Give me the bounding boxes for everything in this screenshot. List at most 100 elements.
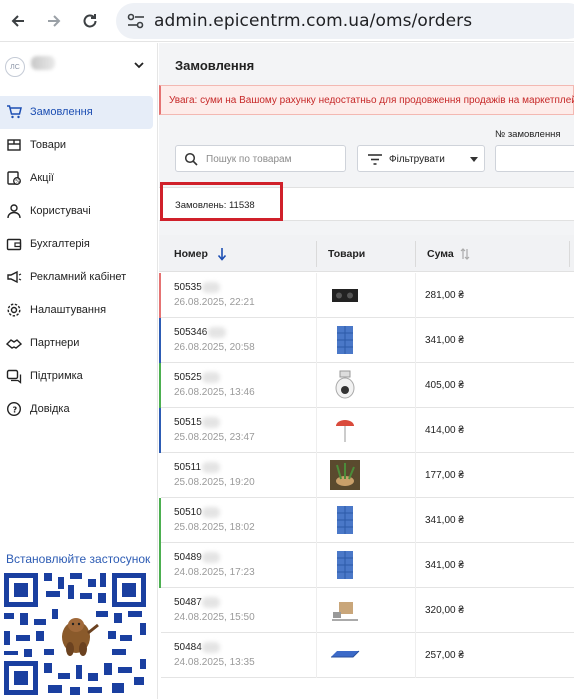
sidebar-item-orders[interactable]: Замовлення (0, 96, 153, 129)
sidebar-item-users[interactable]: Користувачі (0, 195, 153, 228)
order-amount: 341,00 ₴ (425, 515, 464, 526)
sidebar-item-products[interactable]: Товари (0, 129, 153, 162)
account-switcher[interactable]: ЛС (0, 43, 158, 93)
column-divider (569, 241, 570, 267)
table-row[interactable]: 50489 24.08.2025, 17:23 341,00 ₴ (159, 543, 574, 588)
reload-button[interactable] (78, 9, 102, 33)
cell-divider (316, 453, 317, 498)
filter-dropdown[interactable]: Фільтрувати (357, 145, 485, 172)
sidebar-item-help[interactable]: ? Довідка (0, 393, 153, 426)
order-amount: 341,00 ₴ (425, 335, 464, 346)
order-number-input[interactable] (495, 145, 574, 172)
order-number[interactable]: 50535 (174, 282, 202, 293)
sidebar-item-settings[interactable]: Налаштування (0, 294, 153, 327)
caret-down-icon (470, 157, 478, 162)
row-status-bar (159, 633, 161, 678)
column-divider (415, 241, 416, 267)
install-app-link[interactable]: Встановлюйте застосунок (6, 552, 150, 566)
product-thumbnail[interactable] (329, 639, 361, 671)
cell-divider (316, 588, 317, 633)
row-status-bar (159, 588, 161, 633)
table-row[interactable]: 50515 25.08.2025, 23:47 414,00 ₴ (159, 408, 574, 453)
table-row[interactable]: 50511 25.08.2025, 19:20 177,00 ₴ (159, 453, 574, 498)
product-thumbnail[interactable] (329, 549, 361, 581)
order-number[interactable]: 50489 (174, 552, 202, 563)
reload-icon (83, 14, 97, 28)
blurred-order-suffix (202, 552, 220, 563)
product-thumbnail[interactable] (329, 279, 361, 311)
table-row[interactable]: 50525 26.08.2025, 13:46 405,00 ₴ (159, 363, 574, 408)
forward-button[interactable] (42, 9, 66, 33)
sidebar-item-label: Акції (30, 172, 54, 184)
cell-divider (415, 363, 416, 408)
discount-icon: % (7, 171, 21, 185)
order-number[interactable]: 505346 (174, 327, 207, 338)
sidebar-item-promotions[interactable]: % Акції (0, 162, 153, 195)
cell-divider (316, 633, 317, 678)
product-thumbnail[interactable] (329, 414, 361, 446)
arrow-right-icon (48, 15, 61, 27)
product-search-input[interactable]: Пошук по товарам (175, 145, 346, 172)
sidebar-item-partners[interactable]: Партнери (0, 327, 153, 360)
sidebar-item-label: Користувачі (30, 205, 91, 217)
sidebar-item-ads[interactable]: Рекламний кабінет (0, 261, 153, 294)
info-icon: ? (6, 401, 22, 417)
annotation-highlight-box (160, 182, 283, 221)
table-row[interactable]: 50535 26.08.2025, 22:21 281,00 ₴ (159, 273, 574, 318)
blurred-order-suffix (202, 372, 220, 383)
balance-warning-alert: Увага: суми на Вашому рахунку недостатнь… (159, 85, 574, 115)
page-title: Замовлення (175, 58, 255, 73)
order-date: 24.08.2025, 15:50 (174, 612, 255, 623)
order-amount: 281,00 ₴ (425, 290, 464, 301)
product-thumbnail[interactable] (329, 594, 361, 626)
order-number[interactable]: 50515 (174, 417, 202, 428)
order-date: 25.08.2025, 18:02 (174, 522, 255, 533)
row-status-bar (159, 273, 161, 318)
cart-icon (7, 105, 22, 119)
svg-text:?: ? (13, 406, 18, 415)
cell-divider (415, 408, 416, 453)
product-thumbnail[interactable] (329, 324, 361, 356)
product-thumbnail[interactable] (329, 504, 361, 536)
cell-divider (316, 498, 317, 543)
filter-label: Фільтрувати (389, 154, 445, 165)
address-bar[interactable]: admin.epicentrm.com.ua/oms/orders (116, 3, 574, 39)
blurred-order-suffix (202, 507, 220, 518)
product-thumbnail[interactable] (329, 459, 361, 491)
table-row[interactable]: 505346 26.08.2025, 20:58 341,00 ₴ (159, 318, 574, 363)
gear-icon (7, 303, 21, 317)
column-divider (316, 241, 317, 267)
row-status-bar (159, 498, 161, 543)
url-text: admin.epicentrm.com.ua/oms/orders (154, 11, 473, 31)
sidebar: ЛС Замовлення Товари % Акції Користувачі… (0, 43, 158, 699)
order-number[interactable]: 50484 (174, 642, 202, 653)
back-button[interactable] (6, 9, 30, 33)
order-number[interactable]: 50525 (174, 372, 202, 383)
sidebar-item-label: Довідка (30, 403, 70, 415)
order-number[interactable]: 50510 (174, 507, 202, 518)
column-header-number[interactable]: Номер (174, 248, 208, 260)
sidebar-item-accounting[interactable]: Бухгалтерія (0, 228, 153, 261)
product-thumbnail[interactable] (329, 369, 361, 401)
sidebar-item-label: Рекламний кабінет (30, 271, 127, 283)
blurred-order-suffix (202, 417, 220, 428)
table-row[interactable]: 50510 25.08.2025, 18:02 341,00 ₴ (159, 498, 574, 543)
order-number[interactable]: 50511 (174, 462, 201, 473)
table-row[interactable]: 50487 24.08.2025, 15:50 320,00 ₴ (159, 588, 574, 633)
sort-icon[interactable] (460, 247, 470, 261)
column-header-amount[interactable]: Сума (427, 248, 454, 260)
qr-code-icon[interactable] (0, 569, 150, 699)
cell-divider (316, 408, 317, 453)
blurred-order-suffix (202, 597, 220, 608)
blurred-order-suffix (207, 327, 226, 338)
sidebar-item-support[interactable]: Підтримка (0, 360, 153, 393)
browser-toolbar: admin.epicentrm.com.ua/oms/orders (0, 0, 574, 42)
site-settings-icon[interactable] (126, 12, 146, 30)
sort-desc-icon[interactable] (217, 247, 227, 261)
table-row[interactable]: 50484 24.08.2025, 13:35 257,00 ₴ (159, 633, 574, 678)
order-number[interactable]: 50487 (174, 597, 202, 608)
order-amount: 405,00 ₴ (425, 380, 464, 391)
chevron-down-icon[interactable] (133, 59, 145, 71)
cell-divider (415, 318, 416, 363)
users-icon (7, 204, 21, 219)
